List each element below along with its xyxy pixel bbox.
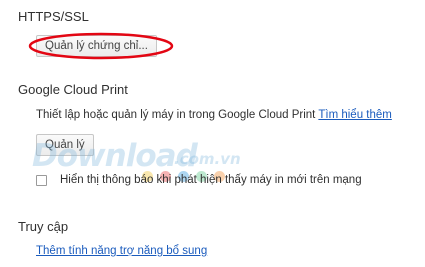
cloud-print-description: Thiết lập hoặc quản lý máy in trong Goog… (36, 109, 316, 121)
https-ssl-heading: HTTPS/SSL (18, 9, 89, 24)
new-printer-notification-row: Hiển thị thông báo khi phát hiện thấy má… (36, 172, 362, 188)
new-printer-notification-checkbox[interactable] (36, 174, 47, 186)
cloud-print-heading: Google Cloud Print (18, 82, 128, 97)
accessibility-heading: Truy cập (18, 219, 69, 234)
new-printer-notification-label[interactable]: Hiển thị thông báo khi phát hiện thấy má… (60, 174, 362, 186)
add-accessibility-features-link[interactable]: Thêm tính năng trợ năng bổ sung (36, 245, 207, 257)
cloud-print-description-line: Thiết lập hoặc quản lý máy in trong Goog… (36, 109, 392, 121)
watermark-domain: .com.vn (174, 150, 241, 168)
learn-more-link[interactable]: Tìm hiểu thêm (318, 109, 392, 121)
manage-certificates-button[interactable]: Quản lý chứng chỉ... (36, 35, 157, 57)
cloud-print-manage-button[interactable]: Quản lý (36, 134, 94, 156)
